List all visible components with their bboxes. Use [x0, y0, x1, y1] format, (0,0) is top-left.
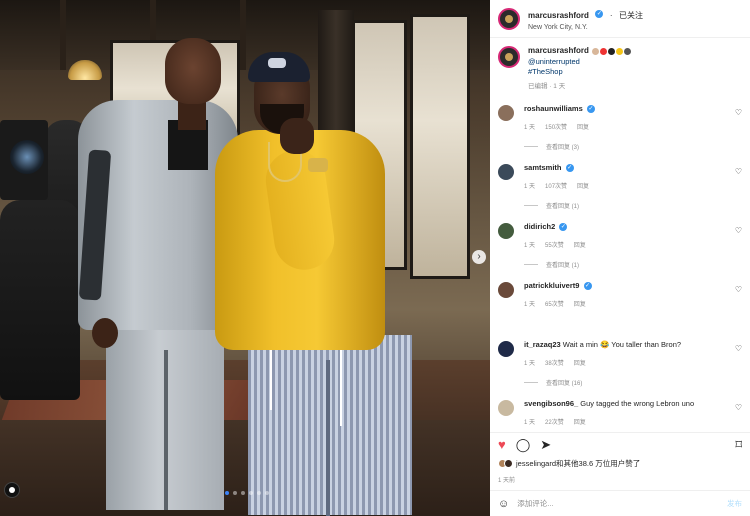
verified-badge-icon: ✓: [565, 163, 574, 172]
heart-outline-icon[interactable]: ♡: [735, 167, 742, 176]
view-replies-button[interactable]: 查看回复 (3): [524, 142, 724, 151]
commenter-avatar[interactable]: [498, 163, 514, 180]
emoji-icon: [624, 47, 632, 55]
follow-status-button[interactable]: 已关注: [619, 11, 643, 20]
verified-badge-icon: ✓: [586, 104, 595, 113]
post-caption: marcusrashford @uninterrupted #TheShop 已…: [490, 38, 750, 96]
smile-icon[interactable]: ☺: [498, 498, 509, 510]
share-icon[interactable]: ➤: [540, 438, 551, 451]
liker-avatar: [504, 459, 513, 468]
comment-item: patrickkluivert9 ✓ 1 天 65次赞 回复 ♡: [490, 273, 750, 332]
emoji-icon: [616, 47, 624, 55]
commenter-username[interactable]: roshaunwilliams: [524, 104, 583, 113]
comment-item: it_razaq23 Wait a min 😂 You taller than …: [490, 332, 750, 391]
caption-mention[interactable]: @uninterrupted: [528, 57, 631, 67]
action-bar: ♥ ◯ ➤ ⌑: [490, 432, 750, 456]
emoji-icon: [592, 47, 600, 55]
comment-time: 1 天: [524, 419, 536, 426]
post-location[interactable]: New York City, N.Y.: [528, 24, 643, 32]
reply-button[interactable]: 回复: [574, 240, 586, 249]
heart-icon[interactable]: ♥: [498, 438, 506, 451]
commenter-avatar[interactable]: [498, 222, 514, 239]
commenter-avatar[interactable]: [498, 104, 514, 121]
heart-outline-icon[interactable]: ♡: [735, 226, 742, 235]
camera-operator: [0, 200, 80, 400]
comment-likes[interactable]: 38次赞: [545, 358, 564, 367]
comment-input[interactable]: [517, 499, 708, 508]
comment-time: 1 天: [524, 242, 536, 249]
likes-summary[interactable]: jesselingard和其他38.6 万位用户赞了: [498, 458, 640, 469]
likes-text: jesselingard和其他38.6 万位用户赞了: [516, 459, 641, 468]
comment-icon[interactable]: ◯: [516, 438, 531, 451]
instagram-post-viewer: › marcusrashford ✓ · 已关注 New York City, …: [0, 0, 750, 516]
verified-badge-icon: ✓: [559, 222, 568, 231]
comment-item: samtsmith ✓ 1 天 107次赞 回复查看回复 (1) ♡: [490, 155, 750, 214]
comment-likes[interactable]: 150次赞: [545, 122, 567, 131]
comment-item: roshaunwilliams ✓ 1 天 150次赞 回复查看回复 (3) ♡: [490, 96, 750, 155]
reply-button[interactable]: 回复: [574, 358, 586, 367]
comment-item: didirich2 ✓ 1 天 55次赞 回复查看回复 (1) ♡: [490, 214, 750, 273]
post-header: marcusrashford ✓ · 已关注 New York City, N.…: [490, 0, 750, 38]
commenter-username[interactable]: svengibson96_: [524, 399, 578, 408]
reply-button[interactable]: 回复: [577, 122, 589, 131]
verified-badge-icon: ✓: [595, 10, 604, 19]
comment-text: Guy tagged the wrong Lebron uno: [580, 398, 695, 408]
heart-outline-icon[interactable]: ♡: [735, 403, 742, 412]
comment-likes[interactable]: 65次赞: [545, 299, 564, 308]
comment-time: 1 天: [524, 360, 536, 367]
commenter-username[interactable]: it_razaq23: [524, 340, 561, 349]
commenter-avatar[interactable]: [498, 281, 514, 298]
comment-item: svengibson96_ Guy tagged the wrong Lebro…: [490, 391, 750, 428]
comment-text: Wait a min 😂 You taller than Bron?: [562, 339, 682, 349]
commenter-avatar[interactable]: [498, 399, 514, 416]
post-time: 1 天前: [498, 478, 516, 484]
commenter-username[interactable]: didirich2: [524, 222, 555, 231]
camera-lens: [10, 140, 44, 174]
commenter-username[interactable]: samtsmith: [524, 163, 562, 172]
commenter-avatar[interactable]: [498, 340, 514, 357]
reply-button[interactable]: 回复: [577, 181, 589, 190]
comment-likes[interactable]: 107次赞: [545, 181, 567, 190]
comment-likes[interactable]: 22次赞: [545, 417, 564, 426]
comment-time: 1 天: [524, 301, 536, 308]
view-replies-button[interactable]: 查看回复 (1): [524, 201, 724, 210]
view-replies-button[interactable]: 查看回复 (16): [524, 378, 724, 387]
comments-list[interactable]: marcusrashford @uninterrupted #TheShop 已…: [490, 38, 750, 428]
author-avatar[interactable]: [498, 46, 520, 68]
reply-button[interactable]: 回复: [574, 299, 586, 308]
post-side-panel: marcusrashford ✓ · 已关注 New York City, N.…: [490, 0, 750, 516]
verified-badge-icon: ✓: [583, 281, 592, 290]
post-comment-button[interactable]: 发布: [727, 498, 742, 509]
emoji-icon: [608, 47, 616, 55]
caption-username[interactable]: marcusrashford: [528, 46, 589, 55]
post-photo[interactable]: ›: [0, 0, 490, 516]
add-comment-bar: ☺ 发布: [490, 490, 750, 516]
caption-meta: 已编辑 · 1 天: [528, 83, 566, 91]
heart-outline-icon[interactable]: ♡: [735, 344, 742, 353]
tagged-users-icon[interactable]: [4, 482, 20, 498]
comment-time: 1 天: [524, 183, 536, 190]
author-username[interactable]: marcusrashford: [528, 11, 589, 20]
commenter-username[interactable]: patrickkluivert9: [524, 281, 579, 290]
view-replies-button[interactable]: 查看回复 (1): [524, 260, 724, 269]
reply-button[interactable]: 回复: [574, 417, 586, 426]
carousel-indicator: [225, 491, 269, 495]
next-photo-icon[interactable]: ›: [472, 250, 486, 264]
bookmark-icon[interactable]: ⌑: [735, 438, 742, 451]
comment-likes[interactable]: 55次赞: [545, 240, 564, 249]
caption-hashtag[interactable]: #TheShop: [528, 67, 631, 77]
heart-outline-icon[interactable]: ♡: [735, 108, 742, 117]
heart-outline-icon[interactable]: ♡: [735, 285, 742, 294]
emoji-icon: [600, 47, 608, 55]
comment-time: 1 天: [524, 124, 536, 131]
author-avatar[interactable]: [498, 7, 520, 30]
